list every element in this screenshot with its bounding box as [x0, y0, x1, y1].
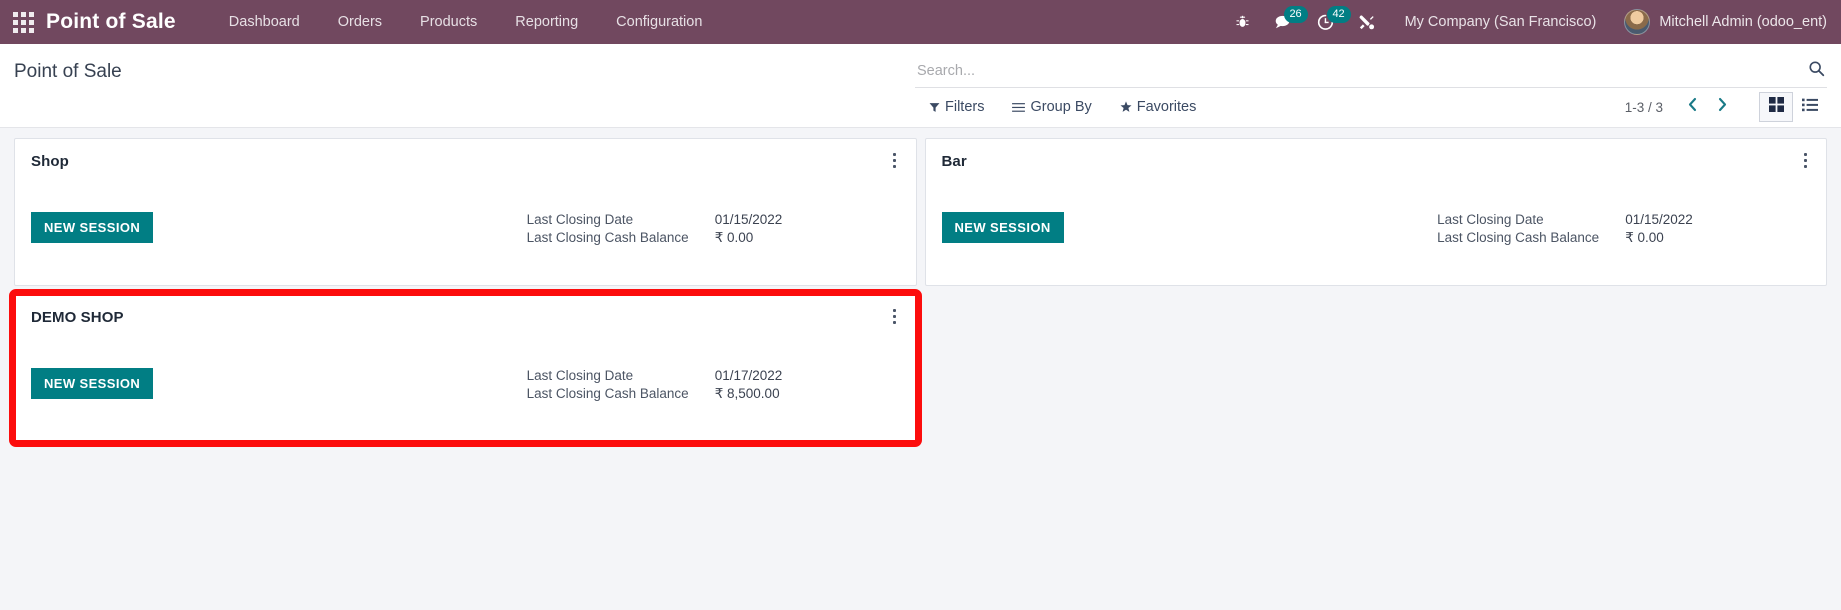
tools-wrench-icon: [1358, 14, 1375, 31]
last-closing-date-label: Last Closing Date: [526, 212, 634, 227]
apps-grid-icon: [12, 11, 34, 33]
kebab-dot: [1803, 158, 1807, 162]
kebab-dot: [893, 158, 896, 162]
menu-item-configuration[interactable]: Configuration: [597, 0, 721, 44]
chevron-right-icon: [1717, 97, 1728, 117]
last-closing-balance-label: Last Closing Cash Balance: [526, 386, 689, 401]
kanban-board: Shop NEW SESSION Last Closing Date 01/15…: [0, 128, 1841, 450]
card-body: NEW SESSION Last Closing Date 01/17/2022…: [31, 368, 900, 402]
filters-label: Filters: [945, 99, 985, 115]
last-closing-date-value: 01/17/2022: [714, 368, 783, 383]
kanban-column-1: Shop NEW SESSION Last Closing Date 01/15…: [10, 138, 921, 294]
card-options-menu[interactable]: [1796, 149, 1814, 171]
pos-card-bar[interactable]: Bar NEW SESSION Last Closing Date 01/15/…: [924, 138, 1827, 286]
magnifier-icon: [1808, 60, 1825, 82]
filter-row: Filters Group By Favorites 1-3 / 3: [915, 88, 1827, 126]
search-button[interactable]: [1800, 60, 1827, 82]
new-session-button[interactable]: NEW SESSION: [941, 212, 1064, 243]
kebab-dot: [1803, 164, 1807, 168]
app-brand-title[interactable]: Point of Sale: [46, 10, 210, 34]
last-closing-balance-value: ₹ 8,500.00: [714, 386, 780, 401]
kanban-view-button[interactable]: [1759, 92, 1793, 122]
pager-previous-button[interactable]: [1679, 93, 1705, 121]
systray: 26 42: [1223, 0, 1387, 44]
list-view-button[interactable]: [1793, 92, 1827, 122]
debug-menu-button[interactable]: [1223, 0, 1262, 44]
kebab-dot: [893, 164, 896, 168]
card-title: DEMO SHOP: [31, 309, 124, 326]
new-session-button[interactable]: NEW SESSION: [31, 368, 154, 399]
search-panel: Filters Group By Favor: [915, 44, 1827, 126]
avatar: [1624, 9, 1651, 35]
search-bar[interactable]: [915, 54, 1827, 88]
menu-item-dashboard[interactable]: Dashboard: [210, 0, 319, 44]
list-view-icon: [1802, 98, 1818, 117]
card-stats: Last Closing Date 01/15/2022 Last Closin…: [527, 212, 783, 246]
pos-card-demo-shop[interactable]: DEMO SHOP NEW SESSION Last Closing Date …: [9, 289, 922, 447]
favorites-label: Favorites: [1136, 99, 1197, 115]
top-navbar: Point of Sale Dashboard Orders Products …: [0, 0, 1841, 44]
pos-card-shop[interactable]: Shop NEW SESSION Last Closing Date 01/15…: [14, 138, 917, 286]
activities-button[interactable]: 42: [1305, 0, 1351, 44]
group-by-label: Group By: [1030, 99, 1092, 115]
apps-menu-button[interactable]: [0, 0, 46, 44]
card-stats: Last Closing Date 01/17/2022 Last Closin…: [527, 368, 783, 402]
last-closing-balance-value: ₹ 0.00: [1625, 230, 1664, 245]
kebab-dot: [893, 152, 896, 156]
group-by-dropdown[interactable]: Group By: [1000, 99, 1107, 115]
last-closing-date-value: 01/15/2022: [714, 212, 783, 227]
messages-button[interactable]: 26: [1262, 0, 1308, 44]
menu-item-orders[interactable]: Orders: [319, 0, 401, 44]
page-title: Point of Sale: [14, 61, 122, 82]
search-input[interactable]: [915, 62, 1800, 79]
last-closing-date-label: Last Closing Date: [1437, 212, 1544, 227]
last-closing-date-label: Last Closing Date: [526, 368, 634, 383]
kebab-dot: [893, 314, 896, 318]
favorites-dropdown[interactable]: Favorites: [1108, 99, 1213, 115]
bug-icon: [1235, 14, 1250, 30]
card-body: NEW SESSION Last Closing Date 01/15/2022…: [941, 212, 1811, 246]
filters-dropdown[interactable]: Filters: [915, 99, 1000, 115]
view-switcher: [1759, 92, 1827, 122]
user-menu[interactable]: Mitchell Admin (odoo_ent): [1614, 9, 1827, 35]
card-stats: Last Closing Date 01/15/2022 Last Closin…: [1437, 212, 1693, 246]
star-icon: [1120, 101, 1132, 113]
last-closing-balance-label: Last Closing Cash Balance: [526, 230, 689, 245]
chevron-left-icon: [1687, 97, 1698, 117]
last-closing-balance-value: ₹ 0.00: [714, 230, 754, 245]
tools-button[interactable]: [1346, 0, 1387, 44]
new-session-button[interactable]: NEW SESSION: [31, 212, 154, 243]
last-closing-balance-label: Last Closing Cash Balance: [1437, 230, 1600, 245]
card-title: Bar: [941, 153, 967, 170]
kanban-view-icon: [1768, 97, 1784, 117]
pager: 1-3 / 3: [1625, 88, 1827, 126]
last-closing-date-value: 01/15/2022: [1625, 212, 1693, 227]
company-switcher[interactable]: My Company (San Francisco): [1387, 14, 1615, 30]
card-body: NEW SESSION Last Closing Date 01/15/2022…: [31, 212, 900, 246]
funnel-icon: [929, 102, 940, 113]
kebab-dot: [1803, 152, 1807, 156]
list-lines-icon: [1012, 102, 1026, 113]
card-options-menu[interactable]: [886, 149, 904, 171]
control-panel: Point of Sale Filters: [0, 44, 1841, 128]
user-name-label: Mitchell Admin (odoo_ent): [1659, 14, 1827, 30]
pager-count: 1-3 / 3: [1624, 99, 1663, 115]
kanban-column-2: Bar NEW SESSION Last Closing Date 01/15/…: [921, 138, 1832, 294]
main-menu: Dashboard Orders Products Reporting Conf…: [210, 0, 722, 44]
kebab-dot: [893, 320, 896, 324]
menu-item-products[interactable]: Products: [401, 0, 496, 44]
menu-item-reporting[interactable]: Reporting: [496, 0, 597, 44]
kanban-column-3: DEMO SHOP NEW SESSION Last Closing Date …: [9, 289, 922, 450]
card-options-menu[interactable]: [886, 305, 904, 327]
pager-next-button[interactable]: [1709, 93, 1735, 121]
card-title: Shop: [31, 153, 69, 170]
kebab-dot: [893, 308, 896, 312]
